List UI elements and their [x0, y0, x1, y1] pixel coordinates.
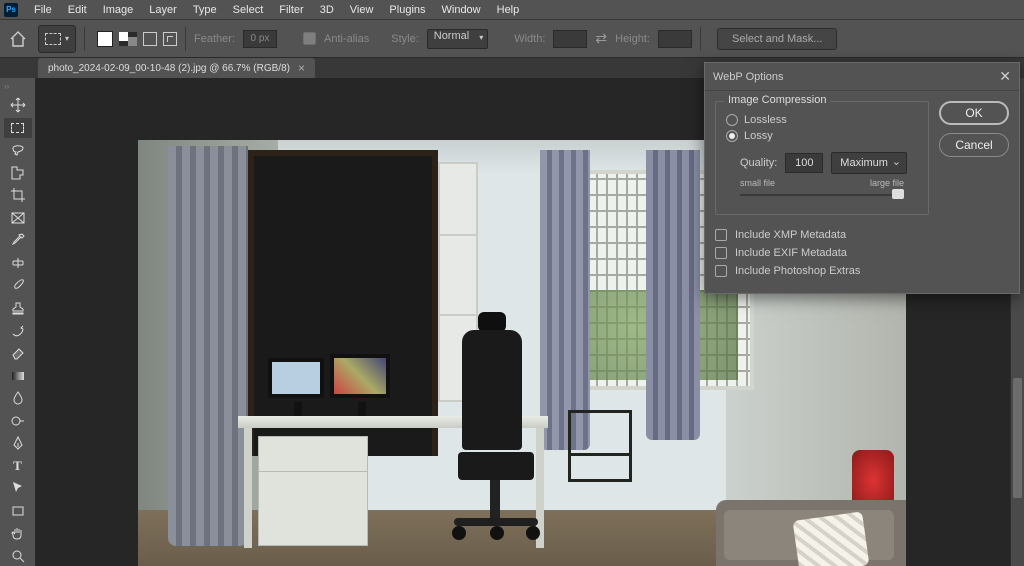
dialog-title: WebP Options: [713, 71, 784, 83]
separator: [185, 27, 186, 51]
style-label: Style:: [391, 33, 419, 45]
radio-icon: [726, 130, 738, 142]
quality-slider[interactable]: [740, 188, 904, 202]
compression-legend: Image Compression: [724, 94, 830, 106]
include-exif-label: Include EXIF Metadata: [735, 247, 847, 259]
document-tab[interactable]: photo_2024-02-09_00-10-48 (2).jpg @ 66.7…: [38, 58, 315, 78]
selection-tool-icon[interactable]: [4, 163, 32, 184]
crop-tool-icon[interactable]: [4, 185, 32, 206]
lossy-label: Lossy: [744, 130, 773, 142]
include-xmp-label: Include XMP Metadata: [735, 229, 846, 241]
lossy-radio[interactable]: Lossy: [726, 130, 918, 142]
menu-3d[interactable]: 3D: [312, 2, 342, 18]
cancel-button[interactable]: Cancel: [939, 133, 1009, 157]
radio-icon: [726, 114, 738, 126]
include-xmp-checkbox[interactable]: Include XMP Metadata: [715, 229, 929, 241]
blur-tool-icon[interactable]: [4, 388, 32, 409]
marquee-icon: [45, 33, 61, 45]
quality-preset-value: Maximum: [840, 157, 888, 169]
menu-window[interactable]: Window: [434, 2, 489, 18]
select-and-mask-button[interactable]: Select and Mask...: [717, 28, 838, 50]
antialias-label: Anti-alias: [324, 33, 369, 45]
pen-tool-icon[interactable]: [4, 433, 32, 454]
menu-image[interactable]: Image: [95, 2, 142, 18]
shape-tool-icon[interactable]: [4, 501, 32, 522]
hand-tool-icon[interactable]: [4, 523, 32, 544]
dialog-titlebar[interactable]: WebP Options ✕: [705, 63, 1019, 91]
webp-options-dialog: WebP Options ✕ Image Compression Lossles…: [704, 62, 1020, 294]
chevron-down-icon: ▾: [65, 34, 69, 43]
frame-tool-icon[interactable]: [4, 208, 32, 229]
stamp-tool-icon[interactable]: [4, 298, 32, 319]
options-bar: ▾ Feather: Anti-alias Style: Normal Widt…: [0, 20, 1024, 58]
menu-view[interactable]: View: [342, 2, 382, 18]
selection-mode-group: [97, 31, 177, 47]
quality-input[interactable]: [785, 153, 823, 173]
height-input: [658, 30, 692, 48]
compression-fieldset: Image Compression Lossless Lossy Quality…: [715, 101, 929, 215]
menu-file[interactable]: File: [26, 2, 60, 18]
expand-tools-icon[interactable]: ››: [4, 82, 9, 91]
dodge-tool-icon[interactable]: [4, 410, 32, 431]
menu-select[interactable]: Select: [225, 2, 272, 18]
menu-type[interactable]: Type: [185, 2, 225, 18]
menu-plugins[interactable]: Plugins: [381, 2, 433, 18]
quality-preset-select[interactable]: Maximum: [831, 152, 907, 174]
menu-bar: Ps File Edit Image Layer Type Select Fil…: [0, 0, 1024, 20]
new-selection-icon[interactable]: [97, 31, 113, 47]
menu-filter[interactable]: Filter: [271, 2, 311, 18]
subtract-selection-icon[interactable]: [143, 32, 157, 46]
move-tool-icon[interactable]: [4, 95, 32, 116]
menu-edit[interactable]: Edit: [60, 2, 95, 18]
style-select[interactable]: Normal: [427, 29, 488, 49]
feather-label: Feather:: [194, 33, 235, 45]
close-icon[interactable]: ✕: [999, 68, 1011, 85]
width-input: [553, 30, 587, 48]
marquee-tool-icon[interactable]: [4, 118, 32, 139]
height-label: Height:: [615, 33, 650, 45]
scrollbar-thumb[interactable]: [1013, 378, 1022, 498]
quality-label: Quality:: [740, 157, 777, 169]
close-icon[interactable]: ×: [298, 61, 305, 75]
separator: [700, 27, 701, 51]
document-tab-title: photo_2024-02-09_00-10-48 (2).jpg @ 66.7…: [48, 63, 290, 74]
home-icon[interactable]: [6, 27, 30, 51]
swap-wh-icon[interactable]: ⇄: [595, 30, 607, 47]
history-brush-tool-icon[interactable]: [4, 320, 32, 341]
ok-button[interactable]: OK: [939, 101, 1009, 125]
separator: [84, 27, 85, 51]
menu-layer[interactable]: Layer: [141, 2, 185, 18]
path-select-tool-icon[interactable]: [4, 478, 32, 499]
lasso-tool-icon[interactable]: [4, 140, 32, 161]
eraser-tool-icon[interactable]: [4, 343, 32, 364]
checkbox-icon: [715, 265, 727, 277]
current-tool-preset[interactable]: ▾: [38, 25, 76, 53]
menu-help[interactable]: Help: [489, 2, 528, 18]
include-ps-checkbox[interactable]: Include Photoshop Extras: [715, 265, 929, 277]
tools-panel: ›› T: [0, 78, 36, 566]
slider-thumb-icon[interactable]: [892, 189, 904, 199]
healing-tool-icon[interactable]: [4, 253, 32, 274]
intersect-selection-icon[interactable]: [163, 32, 177, 46]
style-value: Normal: [434, 30, 469, 42]
include-ps-label: Include Photoshop Extras: [735, 265, 860, 277]
add-to-selection-icon[interactable]: [119, 32, 137, 46]
type-tool-icon[interactable]: T: [4, 456, 32, 477]
checkbox-icon: [715, 229, 727, 241]
eyedropper-tool-icon[interactable]: [4, 230, 32, 251]
feather-input[interactable]: [243, 30, 277, 48]
app-icon: Ps: [4, 3, 18, 17]
lossless-label: Lossless: [744, 114, 787, 126]
antialias-checkbox: [303, 32, 316, 45]
checkbox-icon: [715, 247, 727, 259]
width-label: Width:: [514, 33, 545, 45]
gradient-tool-icon[interactable]: [4, 365, 32, 386]
zoom-tool-icon[interactable]: [4, 546, 32, 566]
lossless-radio[interactable]: Lossless: [726, 114, 918, 126]
include-exif-checkbox[interactable]: Include EXIF Metadata: [715, 247, 929, 259]
slider-large-label: large file: [870, 178, 904, 188]
slider-small-label: small file: [740, 178, 775, 188]
brush-tool-icon[interactable]: [4, 275, 32, 296]
